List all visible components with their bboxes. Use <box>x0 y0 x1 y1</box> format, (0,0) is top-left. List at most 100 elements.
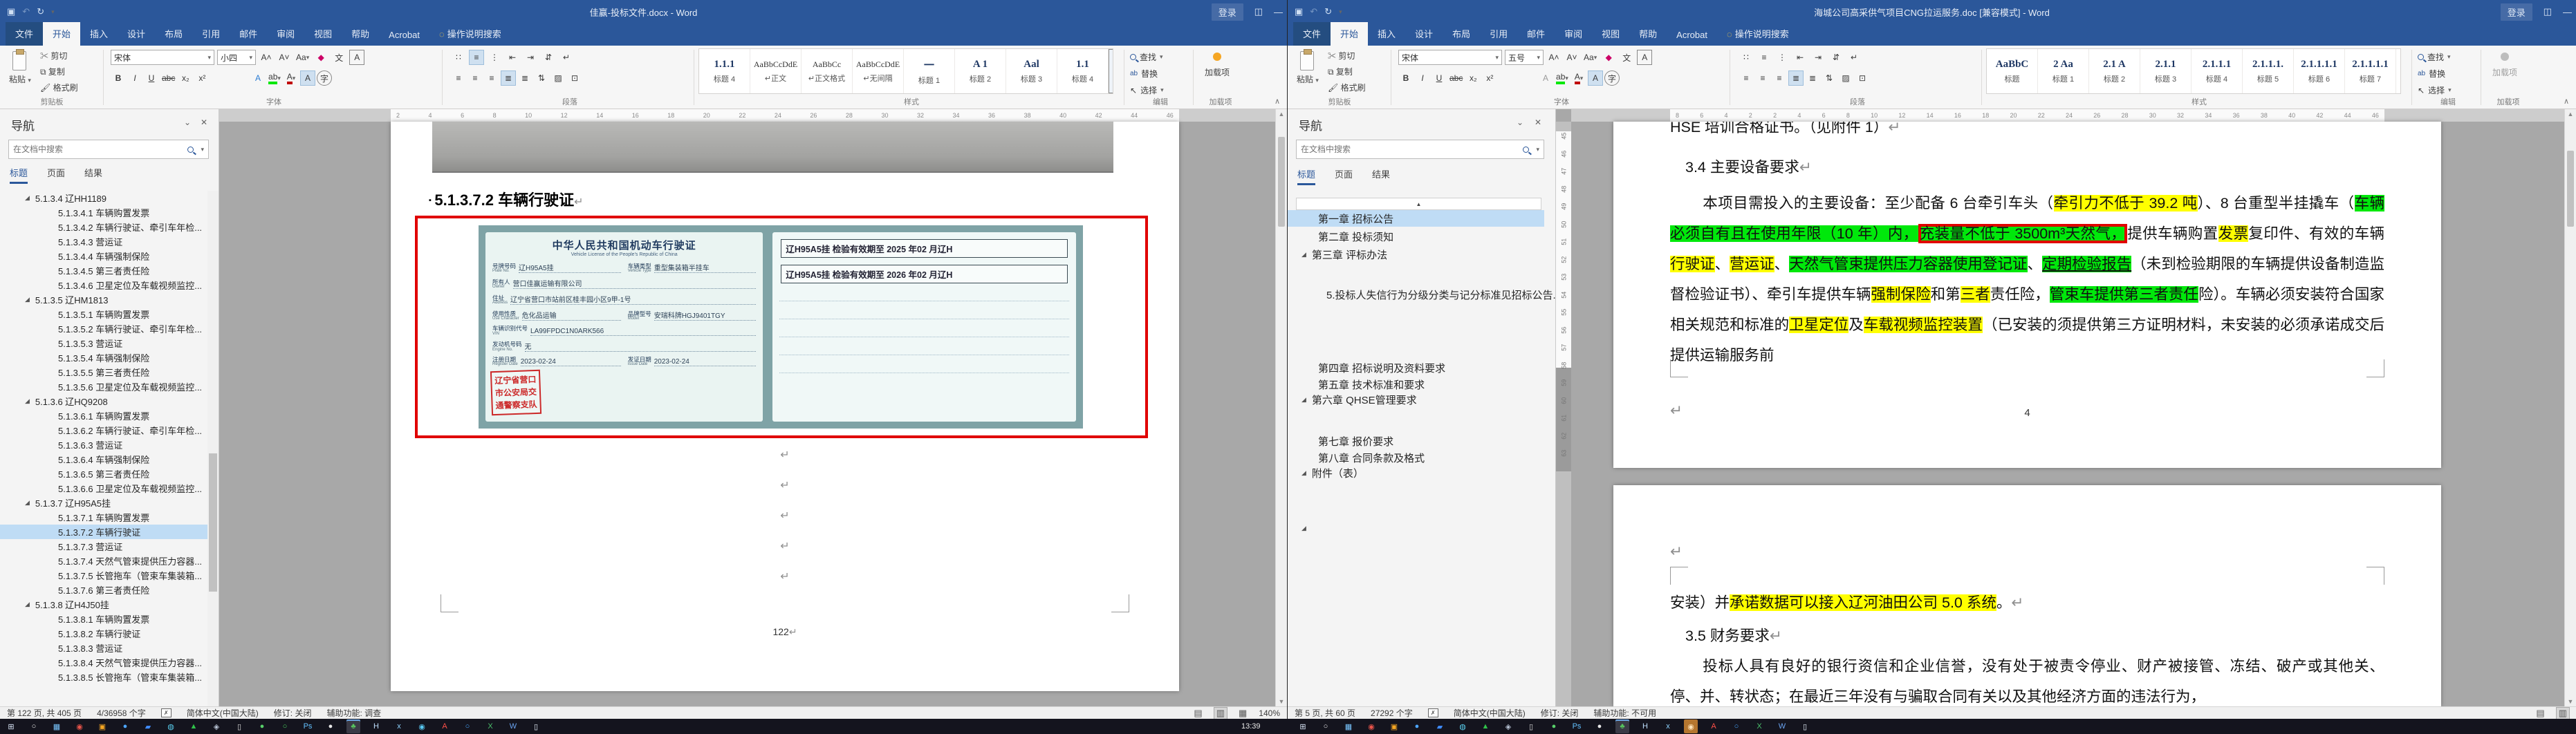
xin-app-icon[interactable]: x <box>1661 719 1675 733</box>
word-count[interactable]: 27292 个字 <box>1371 707 1413 719</box>
word-doc-icon[interactable]: ◉ <box>1684 719 1698 733</box>
accessibility-indicator[interactable]: 辅助功能: 不可用 <box>1593 707 1656 719</box>
change-case-icon[interactable]: Aa ▾ <box>1582 50 1598 65</box>
save-icon[interactable]: ▣ <box>7 6 15 17</box>
signin-button[interactable]: 登录 <box>2500 3 2532 21</box>
proofing-icon[interactable]: ✗ <box>160 708 172 717</box>
nav-item[interactable]: 5.1.3.8.5 长管拖车（管束车集装箱... <box>0 670 207 684</box>
signin-button[interactable]: 登录 <box>1211 3 1243 21</box>
enclose-char-icon[interactable]: 字 <box>1604 70 1620 86</box>
photoshop-icon[interactable]: Ps <box>1570 719 1584 733</box>
nav-item[interactable]: 5.1.3.5.4 车辆强制保险 <box>0 350 207 365</box>
language-indicator[interactable]: 简体中文(中国大陆) <box>187 707 259 719</box>
read-mode-button[interactable]: ▤ <box>1192 708 1204 719</box>
replace-button[interactable]: ab 替换 <box>2418 68 2452 79</box>
pdf-icon[interactable]: A <box>438 719 452 733</box>
clear-format-icon[interactable]: ◆ <box>1601 50 1616 65</box>
ribbon-tab-Acrobat[interactable]: Acrobat <box>379 25 429 46</box>
font-name-combo[interactable]: 宋体 ▾ <box>1398 50 1502 65</box>
excel-icon[interactable]: X <box>483 719 497 733</box>
proofing-icon[interactable]: ✗ <box>1427 708 1438 717</box>
photoshop-icon[interactable]: Ps <box>301 719 315 733</box>
sort-icon[interactable]: ⇵ <box>1828 50 1844 65</box>
text-effects-icon[interactable]: A <box>250 70 266 86</box>
line-spacing-icon[interactable]: ⇅ <box>534 70 549 86</box>
nav-item[interactable]: 5.1.3.4.1 车辆购置发票 <box>0 205 207 220</box>
taskbar-clock[interactable]: 13:39 <box>1241 719 1261 734</box>
nav-item[interactable]: 5.1.3.6.3 营运证 <box>0 437 207 452</box>
expand-icon[interactable]: ◢ <box>25 296 30 303</box>
select-button[interactable]: ↖ 选择 ▾ <box>1130 84 1164 96</box>
browser-ring-icon[interactable]: ○ <box>278 719 292 733</box>
ribbon-tab-操作说明搜索[interactable]: ◌ 操作说明搜索 <box>1717 22 1799 46</box>
expand-icon[interactable]: ◢ <box>25 499 30 507</box>
drive-icon[interactable]: ◍ <box>1456 719 1470 733</box>
video-icon[interactable]: ▲ <box>1479 719 1492 733</box>
cut-button[interactable]: ✂ 剪切 <box>40 50 78 62</box>
align-left-icon[interactable]: ≡ <box>1739 70 1754 86</box>
ribbon-tab-设计[interactable]: 设计 <box>118 22 155 46</box>
superscript-icon[interactable]: x² <box>1482 70 1497 86</box>
wechat-icon[interactable]: ● <box>255 719 269 733</box>
multilevel-icon[interactable]: ⋮ <box>487 50 502 65</box>
nav-item[interactable]: 5.1.3.7.2 车辆行驶证 <box>0 525 207 539</box>
start-button[interactable]: ⊞ <box>4 719 18 733</box>
horizontal-ruler[interactable]: 8 6 4 2 2 4 6 8 10 12 14 16 18 20 22 24 26 28 30 32 34 36 38 40… <box>1571 109 2564 122</box>
excel-icon[interactable]: X <box>1752 719 1766 733</box>
docs-icon[interactable]: ▰ <box>141 719 155 733</box>
expand-icon[interactable]: ◢ <box>25 601 30 608</box>
nav-item[interactable]: 5.1.3.4.4 车辆强制保险 <box>0 249 207 263</box>
font-name-combo[interactable]: 宋体 ▾ <box>111 50 214 65</box>
strike-icon[interactable]: abc <box>160 70 176 86</box>
indent-right-icon[interactable]: ⇥ <box>1810 50 1826 65</box>
ribbon-tab-邮件[interactable]: 邮件 <box>230 22 267 46</box>
ribbon-tab-开始[interactable]: 开始 <box>1331 22 1369 46</box>
notebook-icon[interactable]: ▯ <box>529 719 543 733</box>
highlight-color-icon[interactable]: ab ▾ <box>267 70 282 86</box>
italic-icon[interactable]: I <box>127 70 142 86</box>
bold-icon[interactable]: B <box>111 70 126 86</box>
ribbon-tab-插入[interactable]: 插入 <box>80 22 118 46</box>
line-spacing-icon[interactable]: ⇅ <box>1822 70 1837 86</box>
nav-item[interactable]: ◢ 5.1.3.7 辽H95A5挂 <box>0 496 207 510</box>
bullets-icon[interactable]: ∷ <box>451 50 466 65</box>
nav-item[interactable]: 5.1.3.5.3 营运证 <box>0 336 207 350</box>
nav-item[interactable]: ◢ 第三章 评标办法 <box>1288 246 1544 263</box>
document-page-1[interactable]: HSE 培训合格证书。（见附件 1）↵ 3.4 主要设备要求↵ 本项目需投入的主… <box>1613 122 2441 468</box>
phonetic-icon[interactable]: 文 <box>1619 50 1634 65</box>
tim-icon[interactable]: ● <box>1410 719 1424 733</box>
nav-item[interactable]: 5.1.3.6.2 车辆行驶证、牵引车年检... <box>0 423 207 437</box>
shrink-font-icon[interactable]: A˅ <box>277 50 292 65</box>
minimize-icon[interactable]: — <box>1274 7 1283 17</box>
undo-icon[interactable]: ↶ <box>1310 6 1317 17</box>
enclose-char-icon[interactable]: 字 <box>317 70 332 86</box>
qqbrowser-icon[interactable]: ○ <box>1730 719 1743 733</box>
subscript-icon[interactable]: x₂ <box>178 70 193 86</box>
nav-scrollbar[interactable] <box>207 191 219 706</box>
bold-icon[interactable]: B <box>1398 70 1414 86</box>
align-center-icon[interactable]: ≡ <box>1755 70 1770 86</box>
superscript-icon[interactable]: x² <box>194 70 210 86</box>
numbering-icon[interactable]: ≡ <box>1757 50 1772 65</box>
document-page-2[interactable]: ↵ 安装）并承诺数据可以接入辽河油田公司 5.0 系统。↵ 3.5 财务要求↵ … <box>1613 485 2441 706</box>
copy-button[interactable]: ⧉ 复制 <box>1328 66 1366 77</box>
collapse-ribbon-icon[interactable]: ∧ <box>1275 97 1280 106</box>
justify-icon[interactable]: ≣ <box>501 70 516 86</box>
zoom-level[interactable]: 140% <box>1259 708 1280 718</box>
highlight-color-icon[interactable]: ab ▾ <box>1555 70 1570 86</box>
start-button[interactable]: ⊞ <box>1296 719 1310 733</box>
subscript-icon[interactable]: x₂ <box>1465 70 1481 86</box>
format-painter-button[interactable]: 🖌 格式刷 <box>40 82 78 93</box>
hi-app-icon[interactable]: H <box>1638 719 1652 733</box>
nav-item[interactable]: ◢ 附件（表） <box>1288 464 1544 481</box>
grow-font-icon[interactable]: A˄ <box>259 50 274 65</box>
files-icon[interactable]: ▯ <box>1524 719 1538 733</box>
save-icon[interactable]: ▣ <box>1295 6 1303 17</box>
cut-button[interactable]: ✂ 剪切 <box>1328 50 1366 62</box>
nav-item[interactable]: 5.1.3.8.3 营运证 <box>0 641 207 655</box>
paste-button[interactable]: 粘贴 ▾ <box>4 48 36 97</box>
ribbon-tab-布局[interactable]: 布局 <box>155 22 192 46</box>
nav-item[interactable]: 5.1.3.7.1 车辆购置发票 <box>0 510 207 525</box>
nav-item[interactable]: 5.1.3.6.4 车辆强制保险 <box>0 452 207 467</box>
font-size-combo[interactable]: 小四 ▾ <box>217 50 256 65</box>
